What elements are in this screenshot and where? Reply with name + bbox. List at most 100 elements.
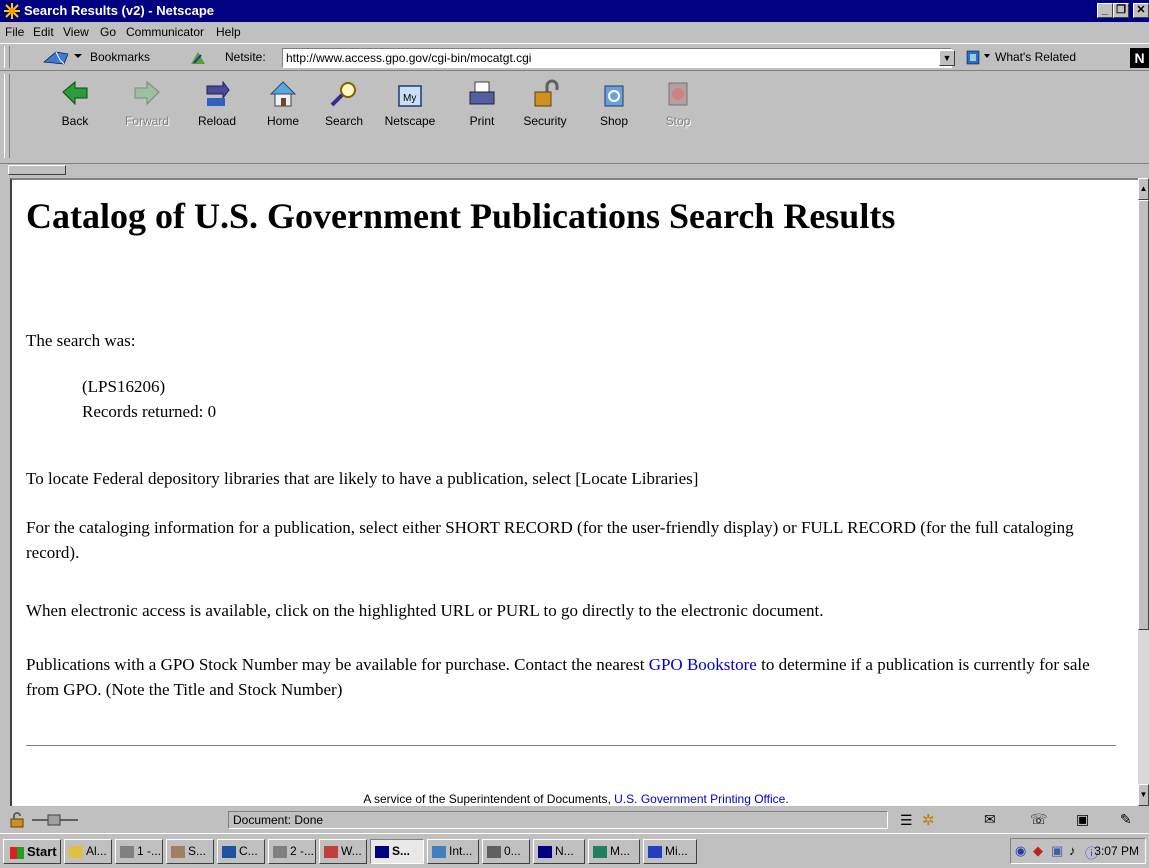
taskbar-item-label: S... <box>392 844 411 858</box>
menu-file[interactable]: File <box>5 25 24 39</box>
stop-button[interactable]: Stop <box>648 78 708 128</box>
bookmarks-label[interactable]: Bookmarks <box>90 50 150 64</box>
scroll-down-arrow-icon[interactable]: ▼ <box>1138 784 1149 806</box>
page-title: Catalog of U.S. Government Publications … <box>26 196 896 236</box>
print-button[interactable]: Print <box>452 78 512 128</box>
menu-communicator[interactable]: Communicator <box>126 25 204 39</box>
records-returned: Records returned: 0 <box>82 402 217 421</box>
purchase-info: Publications with a GPO Stock Number may… <box>26 652 1116 702</box>
taskbar-item-label: C... <box>239 844 258 858</box>
taskbar-item[interactable]: N... <box>533 839 585 864</box>
taskbar-item[interactable]: C... <box>217 839 265 864</box>
navigator-icon[interactable]: ☰ <box>900 812 913 829</box>
svg-text:My: My <box>403 93 416 104</box>
whats-related-icon[interactable] <box>964 48 994 68</box>
stop-icon <box>668 82 688 106</box>
close-button[interactable]: ✕ <box>1133 3 1149 18</box>
minimize-button[interactable]: _ <box>1097 3 1113 18</box>
discussion-icon[interactable]: ☏ <box>1030 811 1048 828</box>
tray-network-icon[interactable]: ◉ <box>1015 843 1026 859</box>
forward-button[interactable]: Forward <box>117 78 177 128</box>
netscape-icon <box>375 845 389 858</box>
toolbar-collapse-tab[interactable] <box>8 165 66 175</box>
bookmarks-icon[interactable] <box>42 48 86 68</box>
location-toolbar: Bookmarks Netsite: http://www.access.gpo… <box>0 43 1149 71</box>
gpo-bookstore-link[interactable]: GPO Bookstore <box>649 655 757 674</box>
taskbar-item[interactable]: 2 -... <box>268 839 316 864</box>
toolbar-grip[interactable] <box>4 46 10 68</box>
location-page-icon[interactable] <box>188 49 208 67</box>
shop-label: Shop <box>599 114 629 128</box>
url-dropdown-arrow-icon[interactable]: ▼ <box>939 50 955 66</box>
title-bar[interactable]: Search Results (v2) - Netscape _ ❐ ✕ <box>0 0 1149 22</box>
shop-button[interactable]: Shop <box>584 78 644 128</box>
menu-view[interactable]: View <box>63 25 89 39</box>
security-lock-icon[interactable] <box>8 811 26 829</box>
scroll-thumb[interactable] <box>1138 200 1149 630</box>
clock[interactable]: 3:07 PM <box>1094 844 1139 858</box>
reload-button[interactable]: Reload <box>187 78 247 128</box>
gpo-link[interactable]: U.S. Government Printing Office <box>614 792 785 806</box>
whats-related-label[interactable]: What's Related <box>995 50 1076 64</box>
search-icon <box>330 82 356 107</box>
security-button[interactable]: Security <box>515 78 575 128</box>
security-label: Security <box>523 114 567 128</box>
footer: A service of the Superintendent of Docum… <box>12 792 1138 806</box>
url-input[interactable]: http://www.access.gpo.gov/cgi-bin/mocatg… <box>282 48 952 68</box>
taskbar-item[interactable]: M... <box>588 839 640 864</box>
taskbar-item-label: N... <box>555 844 574 858</box>
taskbar-item-label: Al... <box>86 844 107 858</box>
menu-edit[interactable]: Edit <box>33 25 54 39</box>
back-button[interactable]: Back <box>45 78 105 128</box>
scroll-up-arrow-icon[interactable]: ▲ <box>1138 178 1149 200</box>
menu-bar: File Edit View Go Communicator Help <box>0 22 1149 42</box>
my-netscape-button[interactable]: My Netscape <box>380 78 440 128</box>
composer-icon[interactable]: ▣ <box>1076 811 1089 828</box>
netscape-label: Netscape <box>384 114 436 128</box>
forward-arrow-icon <box>134 80 160 106</box>
maximize-button[interactable]: ❐ <box>1113 3 1129 18</box>
status-message: Document: Done <box>228 811 888 829</box>
taskbar-item[interactable]: 1 -... <box>115 839 163 864</box>
print-label: Print <box>469 114 495 128</box>
mail-icon <box>222 845 236 858</box>
component-bar: ☰ ✲ ✉ ☏ ▣ ✎ <box>900 810 1146 830</box>
taskbar-item-label: Mi... <box>665 844 688 858</box>
taskbar-item[interactable]: Int... <box>427 839 479 864</box>
padlock-icon <box>534 79 559 107</box>
back-arrow-icon <box>62 80 88 106</box>
stop-label: Stop <box>665 114 691 128</box>
folder-icon <box>69 845 83 858</box>
edit-pencil-icon[interactable]: ✎ <box>1120 811 1132 828</box>
taskbar-item[interactable]: Al... <box>64 839 112 864</box>
menu-go[interactable]: Go <box>100 25 116 39</box>
netscape-star-icon[interactable]: ✲ <box>922 811 935 829</box>
connection-icon <box>32 814 78 826</box>
reload-label: Reload <box>197 114 237 128</box>
back-label: Back <box>61 114 89 128</box>
taskbar-item-active[interactable]: S... <box>370 839 424 864</box>
netscape-n-logo-icon[interactable]: N <box>1130 48 1149 68</box>
start-button[interactable]: Start <box>3 839 61 864</box>
tray-speaker-icon[interactable]: ♪ <box>1069 843 1076 858</box>
printer-icon <box>469 81 495 105</box>
record-instructions: For the cataloging information for a pub… <box>26 518 1074 562</box>
taskbar-item[interactable]: S... <box>166 839 214 864</box>
home-icon <box>269 81 297 107</box>
toolbar-grip[interactable] <box>4 74 10 158</box>
menu-help[interactable]: Help <box>216 25 241 39</box>
netscape-icon <box>538 845 552 858</box>
status-bar: Document: Done ☰ ✲ ✉ ☏ ▣ ✎ <box>0 808 1149 832</box>
taskbar-item-label: S... <box>188 844 207 858</box>
search-query: (LPS16206) <box>82 377 166 396</box>
tray-monitor-icon[interactable]: ▣ <box>1051 843 1063 859</box>
taskbar-item-label: 2 -... <box>290 844 315 858</box>
taskbar-item[interactable]: Mi... <box>643 839 697 864</box>
mailbox-icon[interactable]: ✉ <box>984 811 996 828</box>
taskbar-item[interactable]: W... <box>319 839 367 864</box>
tray-shield-icon[interactable]: ◆ <box>1033 843 1043 859</box>
taskbar-item[interactable]: 0... <box>482 839 530 864</box>
system-tray: ◉ ◆ ▣ ♪ ⓘ 3:07 PM <box>1010 838 1146 864</box>
search-button[interactable]: Search <box>314 78 374 128</box>
home-button[interactable]: Home <box>253 78 313 128</box>
